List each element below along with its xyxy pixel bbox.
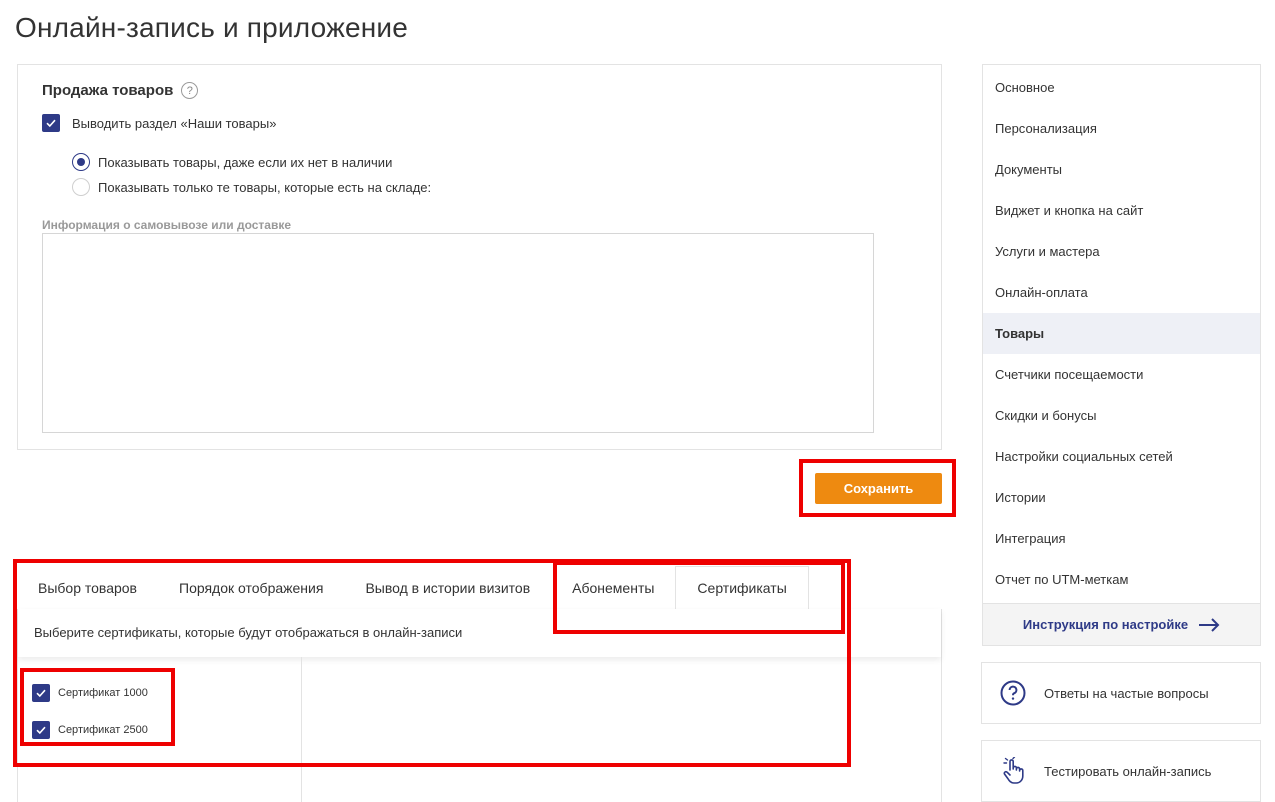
settings-sidebar: Основное Персонализация Документы Виджет… bbox=[982, 64, 1261, 646]
goods-tabs: Выбор товаров Порядок отображения Вывод … bbox=[17, 566, 942, 610]
faq-label: Ответы на частые вопросы bbox=[1044, 685, 1209, 701]
show-goods-section-label: Выводить раздел «Наши товары» bbox=[72, 115, 277, 131]
radio-show-all-goods[interactable]: Показывать товары, даже если их нет в на… bbox=[72, 153, 392, 171]
checkmark-icon bbox=[36, 689, 46, 698]
sidebar-item-online-payment[interactable]: Онлайн-оплата bbox=[983, 272, 1260, 313]
page-title: Онлайн-запись и приложение bbox=[15, 12, 409, 43]
help-icon[interactable]: ? bbox=[181, 82, 199, 99]
show-goods-section-checkbox[interactable] bbox=[42, 114, 60, 132]
faq-card[interactable]: Ответы на частые вопросы bbox=[981, 662, 1261, 724]
sidebar-item-stories[interactable]: Истории bbox=[983, 477, 1260, 518]
certificate-item[interactable]: Сертификат 1000 bbox=[32, 684, 148, 702]
save-button[interactable]: Сохранить bbox=[815, 473, 942, 504]
sidebar-item-counters[interactable]: Счетчики посещаемости bbox=[983, 354, 1260, 395]
delivery-info-textarea[interactable] bbox=[42, 233, 874, 433]
sidebar-item-goods[interactable]: Товары bbox=[983, 313, 1260, 354]
arrow-right-icon bbox=[1199, 617, 1220, 632]
sidebar-item-widget[interactable]: Виджет и кнопка на сайт bbox=[983, 190, 1260, 231]
tab-certificates[interactable]: Сертификаты bbox=[675, 566, 809, 610]
test-online-booking-label: Тестировать онлайн-запись bbox=[1044, 763, 1212, 779]
sidebar-item-social[interactable]: Настройки социальных сетей bbox=[983, 436, 1260, 477]
column-divider bbox=[301, 657, 302, 802]
tab-subscriptions[interactable]: Абонементы bbox=[551, 566, 675, 610]
tab-goods-selection[interactable]: Выбор товаров bbox=[17, 566, 158, 610]
radio-show-all-goods-label: Показывать товары, даже если их нет в на… bbox=[98, 154, 393, 170]
sidebar-item-personalization[interactable]: Персонализация bbox=[983, 108, 1260, 149]
instructions-label: Инструкция по настройке bbox=[1022, 617, 1189, 632]
radio-show-in-stock-goods[interactable]: Показывать только те товары, которые ест… bbox=[72, 178, 431, 196]
certificate-checkbox[interactable] bbox=[32, 721, 50, 739]
certificate-label: Сертификат 1000 bbox=[58, 687, 148, 699]
checkmark-icon bbox=[36, 726, 46, 735]
sidebar-item-documents[interactable]: Документы bbox=[983, 149, 1260, 190]
certificates-hint: Выберите сертификаты, которые будут отоб… bbox=[18, 609, 941, 657]
certificate-checkbox[interactable] bbox=[32, 684, 50, 702]
certificate-item[interactable]: Сертификат 2500 bbox=[32, 721, 148, 739]
radio-button-selected[interactable] bbox=[72, 153, 90, 171]
radio-show-in-stock-goods-label: Показывать только те товары, которые ест… bbox=[98, 179, 432, 195]
test-online-booking-card[interactable]: Тестировать онлайн-запись bbox=[981, 740, 1261, 802]
sidebar-item-basic[interactable]: Основное bbox=[983, 67, 1260, 108]
sidebar-item-services[interactable]: Услуги и мастера bbox=[983, 231, 1260, 272]
goods-section-title: Продажа товаров bbox=[42, 82, 174, 99]
certificate-label: Сертификат 2500 bbox=[58, 724, 148, 736]
goods-settings-card: Продажа товаров ? Выводить раздел «Наши … bbox=[17, 64, 942, 450]
sidebar-item-integration[interactable]: Интеграция bbox=[983, 518, 1260, 559]
delivery-info-label: Информация о самовывозе или доставке bbox=[42, 218, 292, 232]
tab-display-order[interactable]: Порядок отображения bbox=[158, 566, 344, 610]
certificates-tab-panel: Выберите сертификаты, которые будут отоб… bbox=[17, 609, 942, 802]
pointer-hand-icon bbox=[1003, 757, 1024, 784]
radio-button[interactable] bbox=[72, 178, 90, 196]
question-circle-icon bbox=[1000, 680, 1026, 706]
show-goods-section-checkbox-row[interactable]: Выводить раздел «Наши товары» bbox=[42, 114, 276, 132]
sidebar-item-utm-report[interactable]: Отчет по UTM-меткам bbox=[983, 559, 1260, 600]
sidebar-item-discounts[interactable]: Скидки и бонусы bbox=[983, 395, 1260, 436]
goods-section-header: Продажа товаров ? bbox=[42, 82, 199, 99]
tab-visit-history-output[interactable]: Вывод в истории визитов bbox=[344, 566, 551, 610]
instructions-link[interactable]: Инструкция по настройке bbox=[983, 603, 1260, 645]
checkmark-icon bbox=[46, 119, 56, 128]
